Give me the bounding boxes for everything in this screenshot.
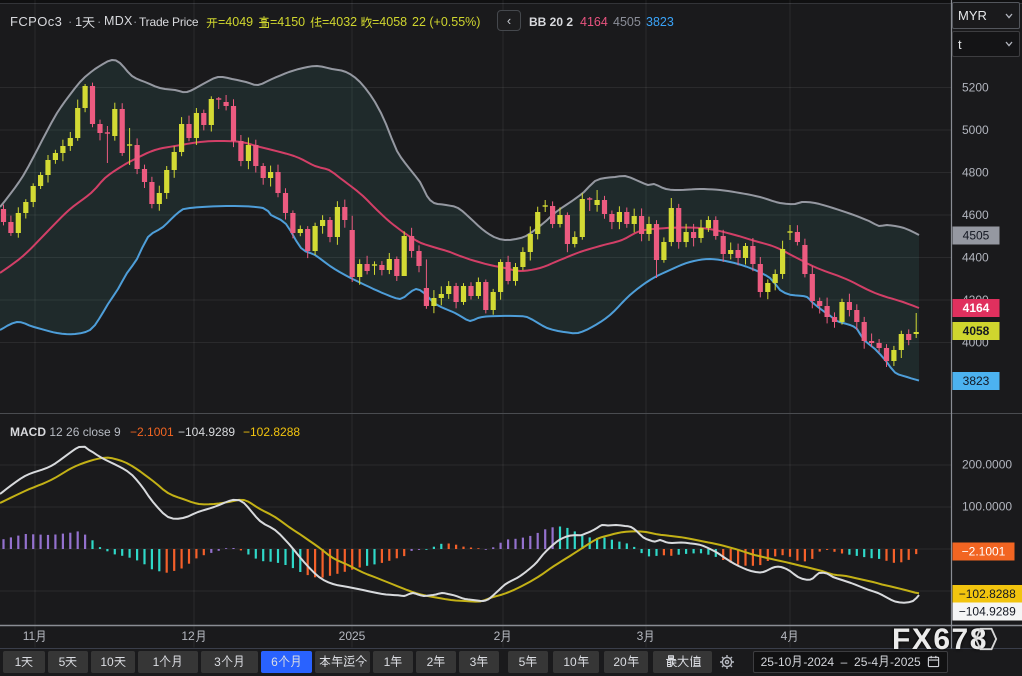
svg-text:3823: 3823 — [963, 374, 990, 388]
svg-text:4800: 4800 — [962, 166, 989, 180]
svg-text:100.0000: 100.0000 — [962, 500, 1012, 514]
svg-text:4600: 4600 — [962, 208, 989, 222]
svg-text:5200: 5200 — [962, 81, 989, 95]
svg-text:4505: 4505 — [963, 229, 990, 243]
svg-text:4058: 4058 — [963, 324, 990, 338]
svg-text:−102.8288: −102.8288 — [959, 587, 1016, 601]
svg-text:4400: 4400 — [962, 251, 989, 265]
svg-text:4164: 4164 — [963, 301, 990, 315]
svg-text:200.0000: 200.0000 — [962, 458, 1012, 472]
svg-text:−2.1001: −2.1001 — [962, 545, 1006, 559]
svg-text:5000: 5000 — [962, 123, 989, 137]
svg-text:−104.9289: −104.9289 — [959, 605, 1016, 619]
